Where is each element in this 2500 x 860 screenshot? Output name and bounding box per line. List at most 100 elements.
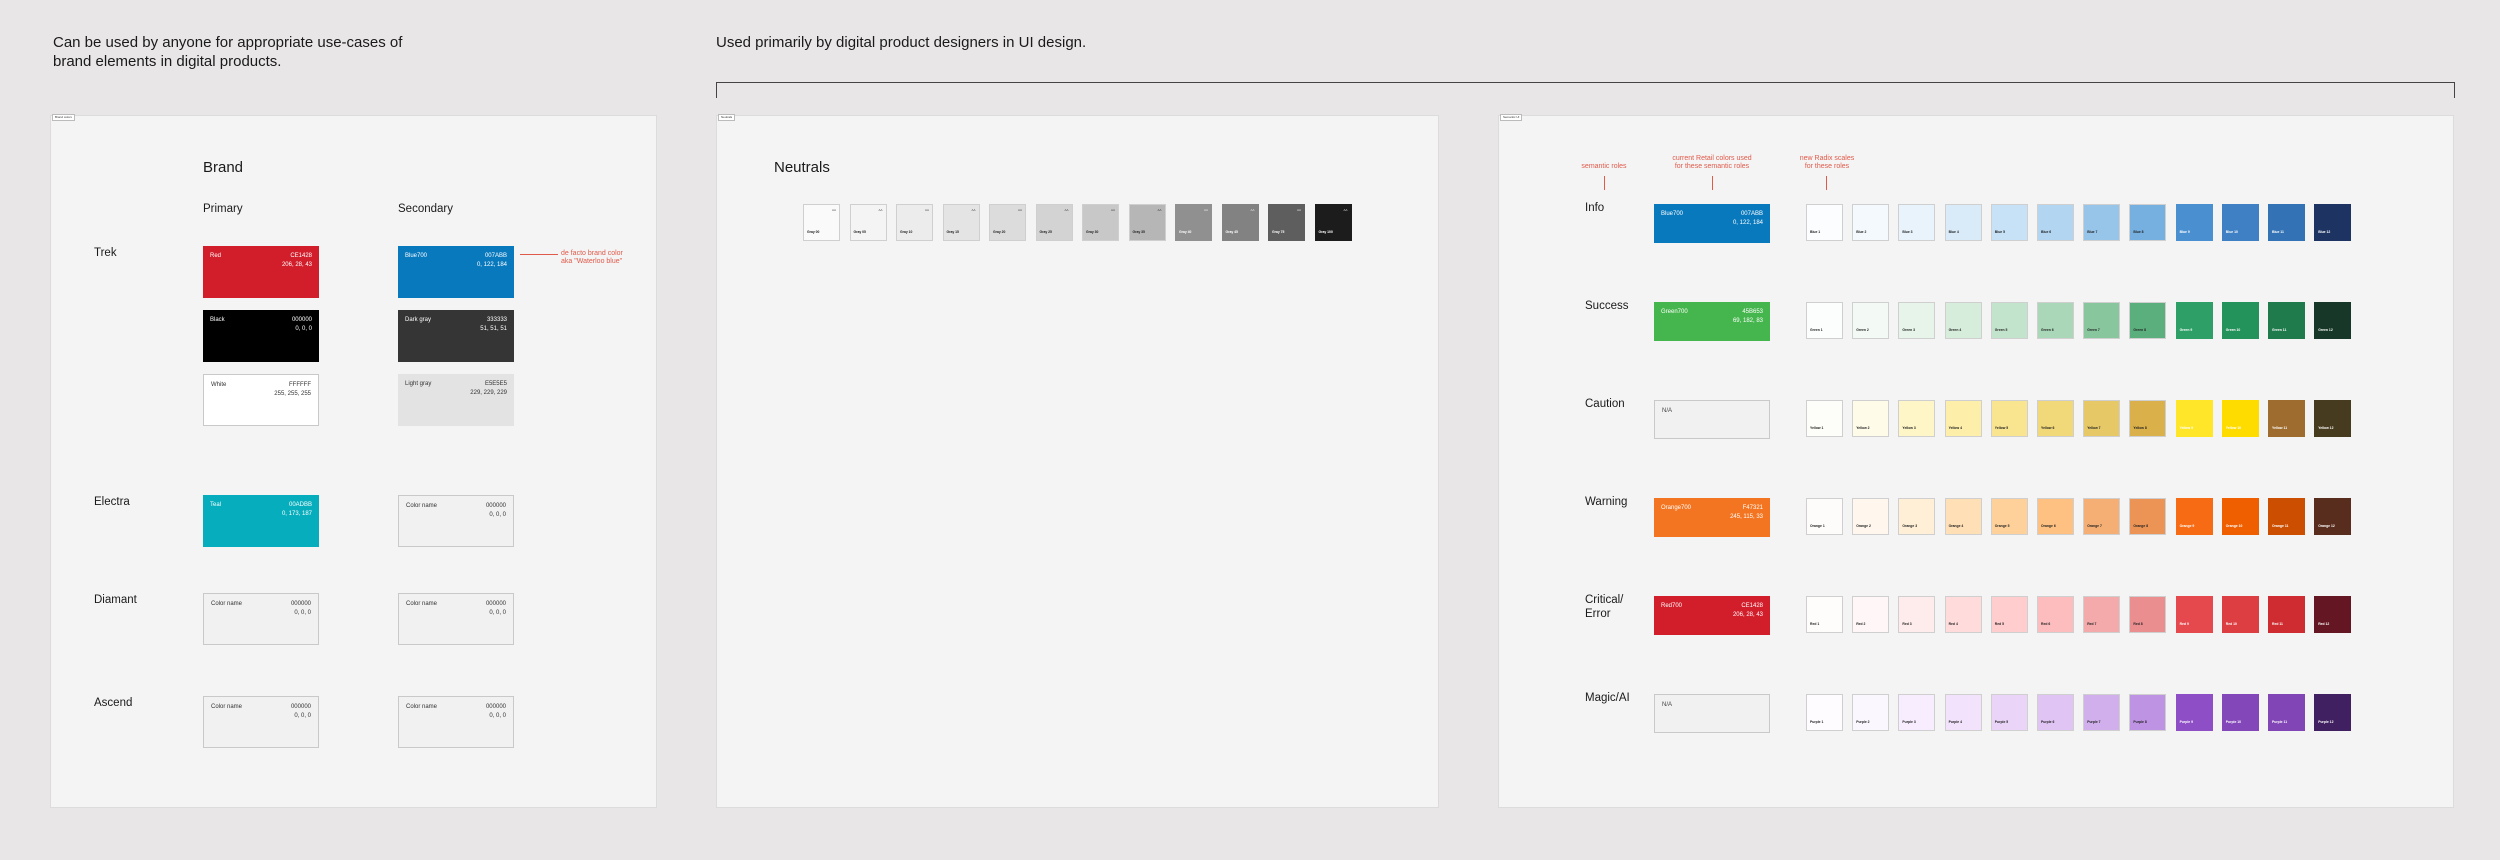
scale-swatch[interactable]: Red 9 [2175,596,2213,633]
scale-swatch[interactable]: Green 6 [2037,302,2074,339]
brand-color-card[interactable]: Light gray E5E5E5 229, 229, 229 [398,374,514,426]
scale-swatch[interactable]: Yellow 6 [2037,400,2074,437]
brand-color-card[interactable]: Color name 000000 0, 0, 0 [398,696,514,748]
semantic-color-card[interactable]: Red700 CE1428 206, 28, 43 [1654,596,1770,635]
scale-swatch[interactable]: Orange 10 [2221,498,2259,535]
neutral-swatch[interactable]: AA Gray 10 [896,204,933,241]
scale-swatch[interactable]: Orange 9 [2175,498,2213,535]
scale-swatch[interactable]: Green 8 [2129,302,2167,339]
scale-swatch[interactable]: Blue 8 [2129,204,2167,241]
scale-swatch[interactable]: Green 11 [2268,302,2305,339]
scale-swatch[interactable]: Blue 9 [2175,204,2213,241]
scale-swatch[interactable]: Blue 2 [1852,204,1890,241]
scale-swatch[interactable]: Red 3 [1898,596,1936,633]
scale-swatch[interactable]: Green 9 [2175,302,2213,339]
scale-swatch[interactable]: Purple 3 [1898,694,1936,731]
scale-swatch[interactable]: Yellow 10 [2221,400,2259,437]
scale-swatch[interactable]: Yellow 7 [2083,400,2121,437]
scale-swatch[interactable]: Purple 12 [2314,694,2352,731]
scale-swatch[interactable]: Yellow 1 [1806,400,1843,437]
scale-swatch[interactable]: Orange 2 [1852,498,1890,535]
scale-swatch[interactable]: Purple 11 [2268,694,2305,731]
scale-swatch[interactable]: Red 7 [2083,596,2121,633]
scale-swatch[interactable]: Green 7 [2083,302,2121,339]
scale-swatch[interactable]: Yellow 11 [2268,400,2305,437]
scale-swatch[interactable]: Orange 1 [1806,498,1843,535]
scale-swatch[interactable]: Red 5 [1990,596,2028,633]
semantic-color-card[interactable]: Blue700 007ABB 0, 122, 184 [1654,204,1770,243]
scale-swatch[interactable]: Purple 2 [1852,694,1890,731]
neutral-swatch[interactable]: AA Gray 05 [849,204,887,241]
brand-color-card[interactable]: Color name 000000 0, 0, 0 [203,696,319,748]
scale-swatch[interactable]: Red 1 [1806,596,1843,633]
scale-swatch[interactable]: Blue 5 [1990,204,2028,241]
neutral-swatch[interactable]: AA Gray 15 [942,204,980,241]
scale-swatch[interactable]: Yellow 5 [1990,400,2028,437]
scale-swatch[interactable]: Red 10 [2221,596,2259,633]
scale-swatch[interactable]: Orange 3 [1898,498,1936,535]
brand-color-card[interactable]: Dark gray 333333 51, 51, 51 [398,310,514,362]
scale-swatch[interactable]: Orange 8 [2129,498,2167,535]
scale-swatch[interactable]: Green 2 [1852,302,1890,339]
brand-color-card[interactable]: Teal 00ADBB 0, 173, 187 [203,495,319,547]
scale-swatch[interactable]: Yellow 4 [1944,400,1982,437]
scale-swatch[interactable]: Orange 6 [2037,498,2074,535]
scale-swatch[interactable]: Blue 7 [2083,204,2121,241]
scale-swatch[interactable]: Blue 12 [2314,204,2352,241]
neutral-swatch[interactable]: AA Gray 75 [1268,204,1305,241]
scale-swatch[interactable]: Green 1 [1806,302,1843,339]
scale-swatch[interactable]: Orange 11 [2268,498,2305,535]
scale-swatch[interactable]: Yellow 3 [1898,400,1936,437]
brand-frame[interactable]: Brand colors Brand Primary Secondary Tre… [50,114,657,808]
scale-swatch[interactable]: Blue 4 [1944,204,1982,241]
scale-swatch[interactable]: Green 3 [1898,302,1936,339]
scale-swatch[interactable]: Blue 6 [2037,204,2074,241]
scale-swatch[interactable]: Green 4 [1944,302,1982,339]
scale-swatch[interactable]: Purple 6 [2037,694,2074,731]
semantic-color-card[interactable]: N/A [1654,400,1770,439]
scale-swatch[interactable]: Red 6 [2037,596,2074,633]
scale-swatch[interactable]: Green 5 [1990,302,2028,339]
neutral-swatch[interactable]: AA Gray 00 [803,204,840,241]
brand-color-card[interactable]: Red CE1428 206, 28, 43 [203,246,319,298]
scale-swatch[interactable]: Yellow 8 [2129,400,2167,437]
scale-swatch[interactable]: Yellow 12 [2314,400,2352,437]
scale-swatch[interactable]: Orange 12 [2314,498,2352,535]
neutral-swatch[interactable]: AA Gray 20 [989,204,1026,241]
neutral-swatch[interactable]: AA Gray 45 [1221,204,1259,241]
scale-swatch[interactable]: Purple 9 [2175,694,2213,731]
scale-swatch[interactable]: Blue 3 [1898,204,1936,241]
scale-swatch[interactable]: Red 2 [1852,596,1890,633]
brand-frame-tag[interactable]: Brand colors [52,114,75,121]
neutral-swatch[interactable]: AA Gray 25 [1035,204,1073,241]
brand-color-card[interactable]: Color name 000000 0, 0, 0 [398,593,514,645]
neutrals-frame[interactable]: Neutrals Neutrals AA Gray 00 AA Gray 05 AA Gr… [716,114,1439,808]
scale-swatch[interactable]: Red 8 [2129,596,2167,633]
neutral-swatch[interactable]: AA Gray 100 [1314,204,1352,241]
scale-swatch[interactable]: Orange 4 [1944,498,1982,535]
neutral-swatch[interactable]: AA Gray 30 [1082,204,1119,241]
scale-swatch[interactable]: Yellow 2 [1852,400,1890,437]
semantic-color-card[interactable]: Orange700 F47321 245, 115, 33 [1654,498,1770,537]
brand-color-card[interactable]: Black 000000 0, 0, 0 [203,310,319,362]
brand-color-card[interactable]: Blue700 007ABB 0, 122, 184 [398,246,514,298]
scale-swatch[interactable]: Yellow 9 [2175,400,2213,437]
scale-swatch[interactable]: Purple 4 [1944,694,1982,731]
brand-color-card[interactable]: Color name 000000 0, 0, 0 [398,495,514,547]
neutral-swatch[interactable]: AA Gray 35 [1128,204,1166,241]
scale-swatch[interactable]: Purple 7 [2083,694,2121,731]
semantic-color-card[interactable]: N/A [1654,694,1770,733]
scale-swatch[interactable]: Red 11 [2268,596,2305,633]
brand-color-card[interactable]: White FFFFFF 255, 255, 255 [203,374,319,426]
scale-swatch[interactable]: Blue 11 [2268,204,2305,241]
scale-swatch[interactable]: Red 12 [2314,596,2352,633]
semantic-frame[interactable]: Semantic UI semantic roles current Retai… [1498,114,2454,808]
scale-swatch[interactable]: Green 12 [2314,302,2352,339]
brand-color-card[interactable]: Color name 000000 0, 0, 0 [203,593,319,645]
scale-swatch[interactable]: Blue 1 [1806,204,1843,241]
semantic-frame-tag[interactable]: Semantic UI [1500,114,1523,121]
scale-swatch[interactable]: Blue 10 [2221,204,2259,241]
scale-swatch[interactable]: Purple 8 [2129,694,2167,731]
scale-swatch[interactable]: Orange 7 [2083,498,2121,535]
scale-swatch[interactable]: Orange 5 [1990,498,2028,535]
